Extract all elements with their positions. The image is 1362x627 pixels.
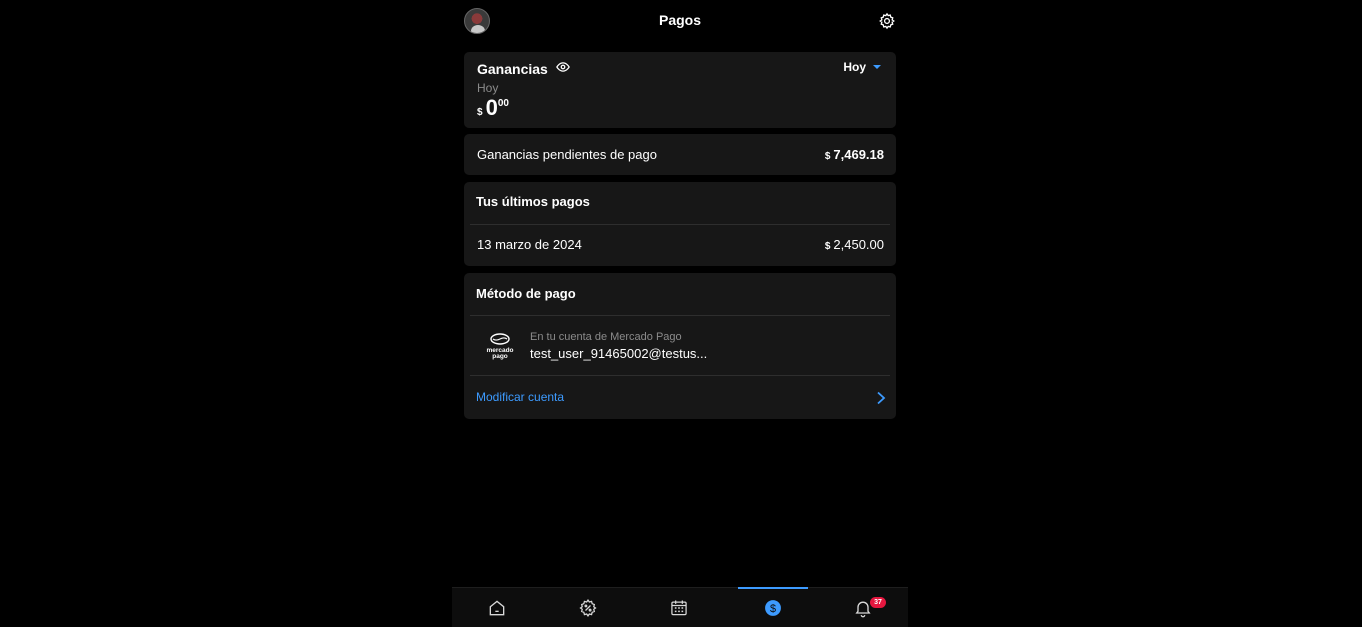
app-frame: Pagos Ganancias Hoy Hoy $ 0 00 Ganancias… <box>452 0 908 627</box>
earnings-title: Ganancias <box>477 61 548 77</box>
notification-badge: 37 <box>870 597 886 608</box>
modify-account-link[interactable]: Modificar cuenta <box>476 390 564 404</box>
pending-amount: 7,469.18 <box>833 147 884 162</box>
payment-date[interactable]: 13 marzo de 2024 <box>477 237 582 252</box>
payment-amount-value: 2,450.00 <box>833 237 884 252</box>
divider <box>470 224 890 225</box>
chevron-right-icon[interactable] <box>875 391 887 405</box>
eye-icon[interactable] <box>556 60 570 74</box>
nav-payments[interactable]: $ <box>738 587 808 627</box>
nav-calendar[interactable] <box>644 588 714 627</box>
payment-method-card: Método de pago mercado pago En tu cuenta… <box>464 273 896 419</box>
calendar-icon <box>671 600 687 616</box>
home-icon <box>489 600 505 616</box>
payment-method-title: Método de pago <box>476 286 576 301</box>
gear-icon[interactable] <box>878 12 896 30</box>
earnings-card: Ganancias Hoy Hoy $ 0 00 <box>464 52 896 128</box>
bottom-nav: $ 37 <box>452 587 908 627</box>
currency-symbol: $ <box>824 241 831 252</box>
currency-symbol: $ <box>824 151 831 162</box>
earnings-period-label: Hoy <box>477 81 499 95</box>
pending-earnings-card: Ganancias pendientes de pago $7,469.18 <box>464 134 896 175</box>
currency-symbol: $ <box>477 107 483 118</box>
top-bar: Pagos <box>452 0 908 42</box>
last-payments-card: Tus últimos pagos 13 marzo de 2024 $2,45… <box>464 182 896 266</box>
dollar-circle-icon: $ <box>765 600 781 616</box>
pending-value: $7,469.18 <box>825 147 884 162</box>
last-payments-title: Tus últimos pagos <box>476 194 590 209</box>
svg-text:pago: pago <box>492 353 508 360</box>
amount-decimals: 00 <box>497 98 509 109</box>
earnings-amount: $ 0 00 <box>477 96 509 120</box>
nav-notifications[interactable]: 37 <box>828 588 898 627</box>
period-selector[interactable]: Hoy <box>843 60 866 74</box>
account-label: En tu cuenta de Mercado Pago <box>530 331 682 343</box>
nav-promotions[interactable] <box>553 588 623 627</box>
account-user: test_user_91465002@testus... <box>530 346 708 361</box>
pending-label: Ganancias pendientes de pago <box>477 147 657 162</box>
svg-text:$: $ <box>770 603 776 615</box>
nav-home[interactable] <box>462 588 532 627</box>
page-title: Pagos <box>658 12 701 28</box>
divider <box>470 375 890 376</box>
amount-integer: 0 <box>485 95 498 120</box>
payment-amount[interactable]: $2,450.00 <box>825 237 884 252</box>
mercado-pago-logo: mercado pago <box>486 333 514 360</box>
divider <box>470 315 890 316</box>
chevron-down-icon[interactable] <box>873 65 881 69</box>
discount-gear-icon <box>579 598 597 618</box>
